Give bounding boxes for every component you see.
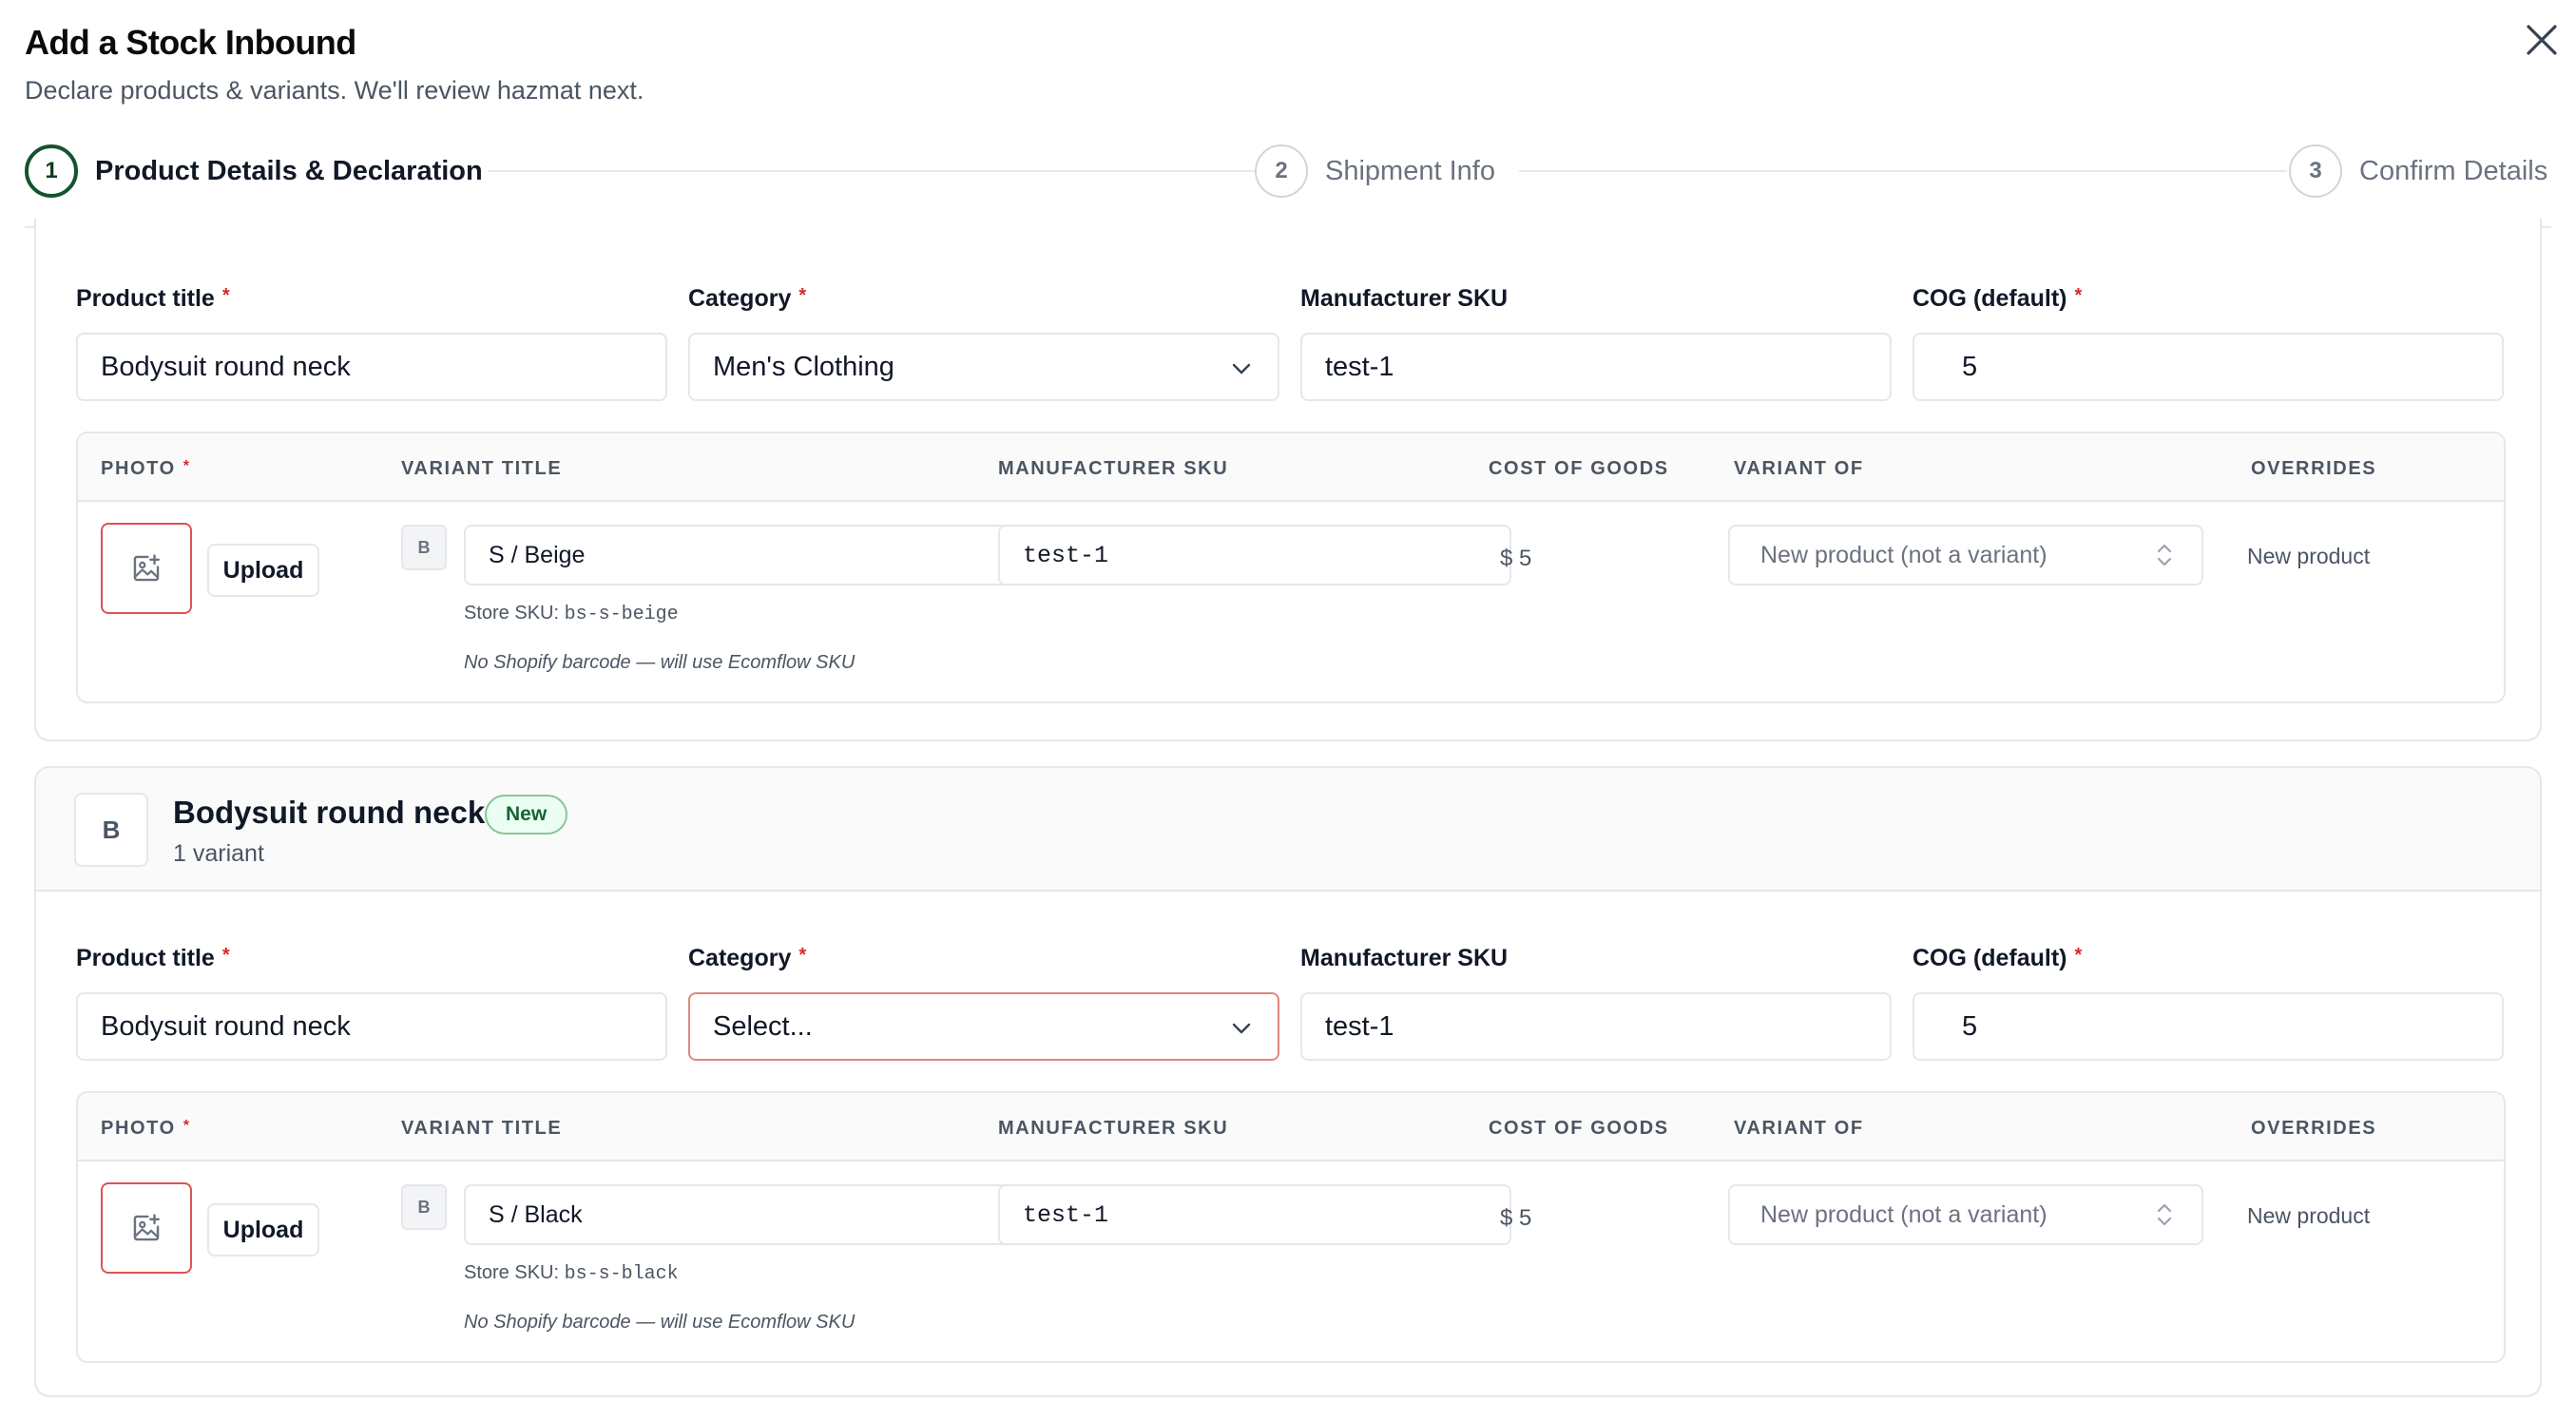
category-label: Category *: [688, 285, 807, 312]
cog-input[interactable]: 5: [1913, 333, 2504, 401]
step-connector: [1519, 170, 2287, 172]
variant-title-input[interactable]: S / Black: [464, 1184, 1030, 1245]
variant-of-select[interactable]: New product (not a variant): [1728, 525, 2203, 585]
variant-manufacturer-sku-input[interactable]: test-1: [998, 1184, 1511, 1245]
step-number: 2: [1255, 144, 1308, 198]
step-product-details[interactable]: 1 Product Details & Declaration: [25, 143, 483, 200]
variant-of-select[interactable]: New product (not a variant): [1728, 1184, 2203, 1245]
store-sku-value: bs-s-black: [564, 1263, 679, 1285]
step-label: Confirm Details: [2359, 155, 2548, 186]
override-value: New product: [2247, 544, 2371, 568]
photo-column-header: PHOTO *: [101, 458, 191, 479]
cost-of-goods-value: $ 5: [1500, 1205, 1532, 1231]
variant-title-column-header: VARIANT TITLE: [401, 1118, 563, 1139]
required-mark: *: [221, 945, 230, 966]
manufacturer-sku-label: Manufacturer SKU: [1300, 945, 1509, 971]
store-sku: Store SKU: bs-s-beige: [464, 603, 679, 625]
product-card-title: Bodysuit round neck: [173, 795, 486, 830]
variant-of-value: New product (not a variant): [1760, 1200, 2047, 1228]
chevron-up-down-icon: [2157, 1203, 2172, 1226]
manufacturer-sku-input[interactable]: test-1: [1300, 333, 1892, 401]
product-title-label: Product title *: [76, 285, 230, 312]
step-label: Product Details & Declaration: [95, 155, 483, 186]
manufacturer-sku-label: Manufacturer SKU: [1300, 285, 1509, 312]
close-icon: [2527, 25, 2557, 55]
barcode-note: No Shopify barcode — will use Ecomflow S…: [464, 1312, 855, 1333]
variant-title-input[interactable]: S / Beige: [464, 525, 1030, 585]
chevron-down-icon: [1232, 1023, 1251, 1034]
cog-label: COG (default) *: [1913, 945, 2083, 971]
variant-thumbnail: B: [401, 525, 447, 570]
product-title-label: Product title *: [76, 945, 230, 971]
cog-label: COG (default) *: [1913, 285, 2083, 312]
category-value: Men's Clothing: [713, 351, 894, 382]
step-label: Shipment Info: [1325, 155, 1495, 186]
cost-of-goods-column-header: COST OF GOODS: [1489, 458, 1669, 479]
dialog-title: Add a Stock Inbound: [25, 23, 356, 62]
cog-input[interactable]: 5: [1913, 992, 2504, 1061]
close-button[interactable]: [2519, 17, 2565, 63]
barcode-note: No Shopify barcode — will use Ecomflow S…: [464, 652, 855, 673]
cost-of-goods-column-header: COST OF GOODS: [1489, 1118, 1669, 1139]
photo-dropzone[interactable]: [101, 523, 192, 614]
status-badge: New: [485, 795, 568, 835]
variant-of-column-header: VARIANT OF: [1734, 458, 1864, 479]
required-mark: *: [2074, 285, 2083, 306]
variant-of-value: New product (not a variant): [1760, 541, 2047, 568]
category-label: Category *: [688, 945, 807, 971]
product-avatar: B: [74, 793, 148, 867]
step-connector: [489, 170, 1255, 172]
image-plus-icon: [133, 554, 160, 582]
step-confirm-details[interactable]: 3 Confirm Details: [2289, 143, 2547, 200]
variant-thumbnail: B: [401, 1184, 447, 1230]
variant-manufacturer-sku-input[interactable]: test-1: [998, 525, 1511, 585]
category-select[interactable]: Men's Clothing: [688, 333, 1279, 401]
required-mark: *: [183, 1118, 191, 1134]
manufacturer-sku-column-header: MANUFACTURER SKU: [998, 1118, 1229, 1139]
required-mark: *: [2074, 945, 2083, 966]
product-card: Product title * Category * Manufacturer SK…: [34, 219, 2542, 741]
override-value: New product: [2247, 1203, 2371, 1228]
variant-of-column-header: VARIANT OF: [1734, 1118, 1864, 1139]
step-number: 1: [25, 144, 78, 198]
cost-of-goods-value: $ 5: [1500, 546, 1532, 571]
chevron-down-icon: [1232, 363, 1251, 374]
manufacturer-sku-column-header: MANUFACTURER SKU: [998, 458, 1229, 479]
step-number: 3: [2289, 144, 2342, 198]
dialog-subtitle: Declare products & variants. We'll revie…: [25, 76, 644, 105]
product-card: B Bodysuit round neck New 1 variant Prod…: [34, 766, 2542, 1397]
product-title-input[interactable]: Bodysuit round neck: [76, 333, 667, 401]
chevron-up-down-icon: [2157, 544, 2172, 566]
product-title-input[interactable]: Bodysuit round neck: [76, 992, 667, 1061]
required-mark: *: [183, 458, 191, 474]
variants-table: PHOTO * VARIANT TITLE MANUFACTURER SKU CO…: [76, 432, 2506, 703]
required-mark: *: [221, 285, 230, 306]
store-sku-value: bs-s-beige: [564, 604, 679, 625]
variants-table: PHOTO * VARIANT TITLE MANUFACTURER SKU CO…: [76, 1091, 2506, 1363]
store-sku: Store SKU: bs-s-black: [464, 1262, 679, 1285]
upload-button[interactable]: Upload: [207, 544, 319, 597]
product-card-header[interactable]: B Bodysuit round neck New 1 variant: [36, 768, 2540, 892]
dialog-header: Add a Stock Inbound Declare products & v…: [25, 23, 644, 106]
table-header: PHOTO * VARIANT TITLE MANUFACTURER SKU CO…: [78, 433, 2504, 502]
photo-column-header: PHOTO *: [101, 1118, 191, 1139]
required-mark: *: [798, 945, 807, 966]
category-value: Select...: [713, 1010, 813, 1042]
overrides-column-header: OVERRIDES: [2251, 1118, 2377, 1139]
image-plus-icon: [133, 1214, 160, 1241]
category-select[interactable]: Select...: [688, 992, 1279, 1061]
upload-button[interactable]: Upload: [207, 1203, 319, 1257]
manufacturer-sku-input[interactable]: test-1: [1300, 992, 1892, 1061]
table-header: PHOTO * VARIANT TITLE MANUFACTURER SKU CO…: [78, 1093, 2504, 1161]
variant-count: 1 variant: [173, 840, 264, 867]
overrides-column-header: OVERRIDES: [2251, 458, 2377, 479]
photo-dropzone[interactable]: [101, 1182, 192, 1274]
step-shipment-info[interactable]: 2 Shipment Info: [1255, 143, 1495, 200]
required-mark: *: [798, 285, 807, 306]
variant-title-column-header: VARIANT TITLE: [401, 458, 563, 479]
stepper: 1 Product Details & Declaration 2 Shipme…: [25, 143, 2551, 200]
